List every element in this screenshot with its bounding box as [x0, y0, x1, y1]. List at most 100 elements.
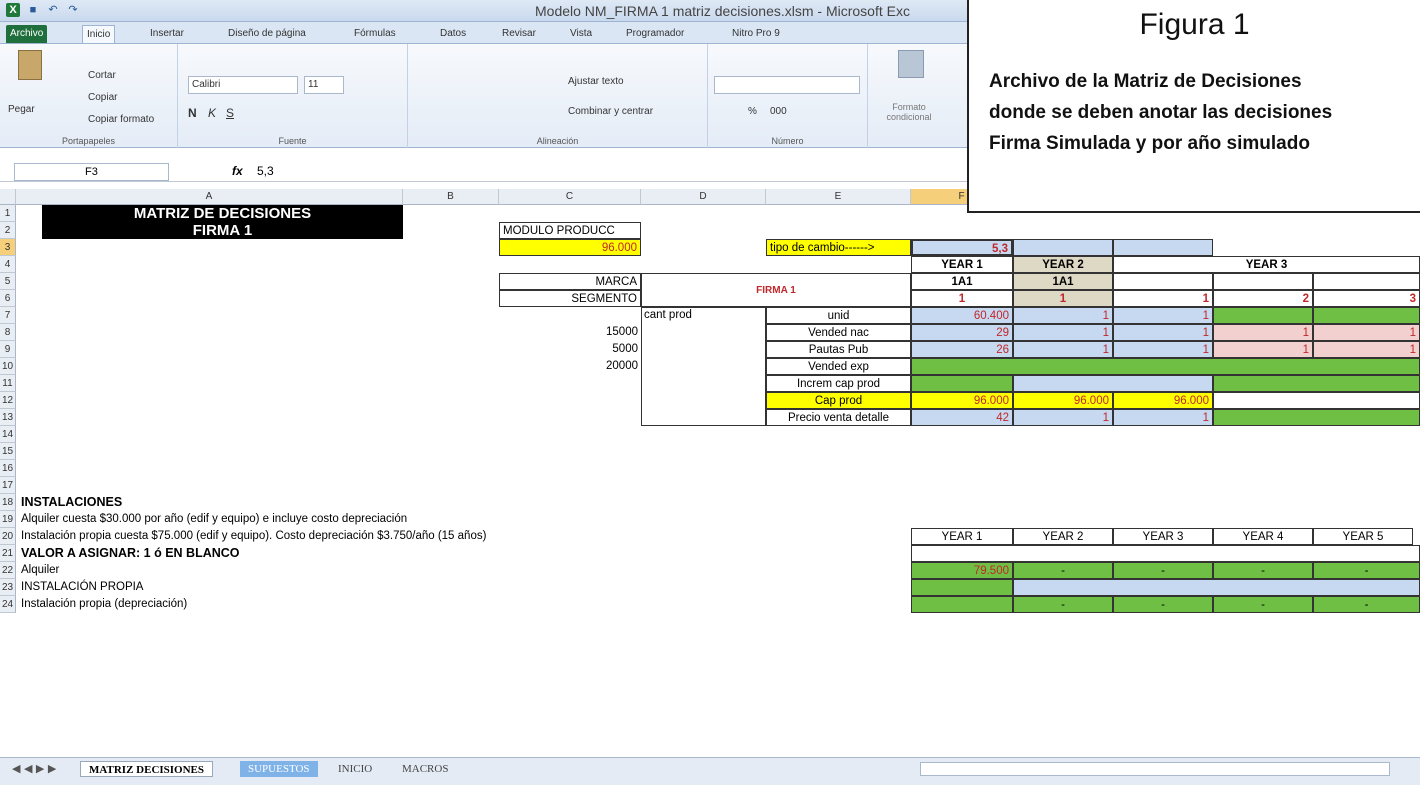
tab-insertar[interactable]: Insertar — [146, 25, 188, 43]
pautas-pub-value[interactable]: 1 — [1013, 341, 1113, 358]
cap-prod-value[interactable]: 96.000 — [1013, 392, 1113, 409]
depreciacion-value[interactable] — [911, 596, 1013, 613]
font-name-select[interactable]: Calibri — [188, 76, 298, 94]
bold-button[interactable]: N — [188, 106, 197, 120]
sheet-nav-arrows[interactable]: ◀ ◀ ▶ ▶ — [4, 761, 64, 777]
column-header-c[interactable]: C — [499, 189, 641, 205]
brand-cell[interactable] — [1313, 273, 1420, 290]
empty-cell[interactable] — [1113, 239, 1213, 256]
tab-datos[interactable]: Datos — [436, 25, 470, 43]
brand-cell[interactable] — [1113, 273, 1213, 290]
underline-button[interactable]: S — [226, 106, 234, 120]
tab-revisar[interactable]: Revisar — [498, 25, 540, 43]
row-header[interactable]: 12 — [0, 392, 16, 409]
column-header-b[interactable]: B — [403, 189, 499, 205]
pautas-pub-value[interactable]: 1 — [1313, 341, 1420, 358]
sheet-tab-supuestos[interactable]: SUPUESTOS — [240, 761, 318, 777]
assign-row[interactable] — [911, 545, 1420, 562]
depreciacion-value[interactable]: - — [1213, 596, 1313, 613]
cost-value[interactable]: 15000 — [499, 324, 641, 341]
segment-cell[interactable]: 1 — [1113, 290, 1213, 307]
unid-value[interactable]: 1 — [1113, 307, 1213, 324]
cut-button[interactable]: Cortar — [88, 70, 116, 81]
modulo-label[interactable]: MODULO PRODUCC — [499, 222, 641, 239]
increm-cap-value[interactable] — [1213, 375, 1420, 392]
pautas-pub-value[interactable]: 1 — [1113, 341, 1213, 358]
row-header[interactable]: 3 — [0, 239, 16, 256]
worksheet-grid[interactable]: A B C D E F 1 2 3 4 5 6 7 8 9 10 11 12 1… — [0, 189, 1420, 755]
tab-diseno[interactable]: Diseño de página — [224, 25, 310, 43]
pautas-pub-value[interactable]: 26 — [911, 341, 1013, 358]
column-header-d[interactable]: D — [641, 189, 766, 205]
save-icon[interactable]: ■ — [26, 3, 40, 17]
row-header[interactable]: 19 — [0, 511, 16, 528]
row-header[interactable]: 23 — [0, 579, 16, 596]
precio-value[interactable]: 42 — [911, 409, 1013, 426]
increm-cap-value[interactable] — [911, 375, 1013, 392]
propia-value[interactable] — [911, 579, 1013, 596]
alquiler-value[interactable]: - — [1113, 562, 1213, 579]
segment-cell[interactable]: 2 — [1213, 290, 1313, 307]
row-header[interactable]: 4 — [0, 256, 16, 273]
vended-nac-value[interactable]: 1 — [1313, 324, 1420, 341]
segment-cell[interactable]: 1 — [911, 290, 1013, 307]
cap-prod-value[interactable]: 96.000 — [1113, 392, 1213, 409]
depreciacion-value[interactable]: - — [1013, 596, 1113, 613]
sheet-tab-macros[interactable]: MACROS — [394, 761, 456, 777]
brand-cell[interactable]: 1A1 — [911, 273, 1013, 290]
merge-center-button[interactable]: Combinar y centrar — [568, 106, 653, 117]
name-box[interactable]: F3 — [14, 163, 169, 181]
tab-archivo[interactable]: Archivo — [6, 25, 48, 43]
number-format-select[interactable] — [714, 76, 860, 94]
tipo-cambio-label[interactable]: tipo de cambio------> — [766, 239, 911, 256]
vended-nac-value[interactable]: 1 — [1113, 324, 1213, 341]
column-header-a[interactable]: A — [16, 189, 403, 205]
italic-button[interactable]: K — [208, 106, 216, 120]
tab-inicio[interactable]: Inicio — [82, 25, 116, 43]
cost-value[interactable]: 5000 — [499, 341, 641, 358]
wrap-text-button[interactable]: Ajustar texto — [568, 76, 624, 87]
alquiler-value[interactable]: - — [1313, 562, 1420, 579]
pautas-pub-value[interactable]: 1 — [1213, 341, 1313, 358]
vended-exp-values[interactable] — [911, 358, 1420, 375]
select-all-corner[interactable] — [0, 189, 16, 205]
row-header[interactable]: 15 — [0, 443, 16, 460]
vended-nac-value[interactable]: 1 — [1213, 324, 1313, 341]
row-header[interactable]: 7 — [0, 307, 16, 324]
row-header[interactable]: 5 — [0, 273, 16, 290]
row-header[interactable]: 22 — [0, 562, 16, 579]
cost-value[interactable]: 20000 — [499, 358, 641, 375]
row-header[interactable]: 8 — [0, 324, 16, 341]
row-header[interactable]: 1 — [0, 205, 16, 222]
cap-prod-value[interactable]: 96.000 — [911, 392, 1013, 409]
redo-icon[interactable]: ↷ — [66, 3, 80, 17]
precio-value[interactable]: 1 — [1113, 409, 1213, 426]
row-header[interactable]: 24 — [0, 596, 16, 613]
modulo-value[interactable]: 96.000 — [499, 239, 641, 256]
segment-cell[interactable]: 1 — [1013, 290, 1113, 307]
formula-input[interactable]: 5,3 — [257, 164, 274, 178]
column-header-e[interactable]: E — [766, 189, 911, 205]
precio-value[interactable] — [1213, 409, 1420, 426]
row-header[interactable]: 16 — [0, 460, 16, 477]
tipo-cambio-value[interactable]: 5,3 — [911, 239, 1013, 256]
tab-vista[interactable]: Vista — [566, 25, 596, 43]
increm-cap-value[interactable] — [1013, 375, 1213, 392]
alquiler-value[interactable]: - — [1213, 562, 1313, 579]
alquiler-value[interactable]: 79.500 — [911, 562, 1013, 579]
conditional-format-button[interactable]: Formato condicional — [874, 102, 944, 122]
row-header[interactable]: 20 — [0, 528, 16, 545]
row-header[interactable]: 17 — [0, 477, 16, 494]
conditional-format-icon[interactable] — [898, 50, 924, 78]
horizontal-scrollbar[interactable] — [920, 762, 1390, 776]
sheet-tab-inicio[interactable]: INICIO — [330, 761, 380, 777]
vended-nac-value[interactable]: 1 — [1013, 324, 1113, 341]
brand-cell[interactable] — [1213, 273, 1313, 290]
undo-icon[interactable]: ↶ — [46, 3, 60, 17]
thousands-button[interactable]: 000 — [770, 106, 787, 117]
unid-value[interactable] — [1313, 307, 1420, 324]
format-painter-button[interactable]: Copiar formato — [88, 114, 154, 125]
row-header[interactable]: 2 — [0, 222, 16, 239]
segment-cell[interactable]: 3 — [1313, 290, 1420, 307]
paste-icon[interactable] — [18, 50, 42, 80]
